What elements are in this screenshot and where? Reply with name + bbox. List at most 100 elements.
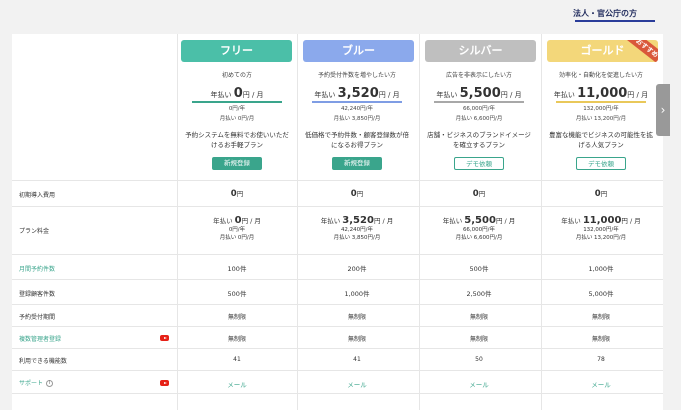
price-prefix: 年払い <box>436 91 458 99</box>
table-cell: 無制限 <box>591 336 610 343</box>
row-plan-fee: プラン料金 年払い 0円 / 月 0円/年 月払い 0円/月 年払い 3,520… <box>12 206 663 254</box>
plan-description: 予約システムを無料でお使いいただけるお手軽プラン <box>185 131 289 149</box>
table-cell: 無制限 <box>347 314 366 321</box>
price-underline <box>434 101 524 103</box>
price-unit: 円 / 月 <box>500 91 522 99</box>
row-support: サポート i メール メール メール メール <box>12 370 663 394</box>
monthly-price: 月払い 6,600円/月 <box>455 235 503 241</box>
price-unit: 円 / 月 <box>495 217 516 225</box>
plan-price: 年払い 0円 / 月 <box>177 86 297 101</box>
register-button-blue[interactable]: 新規登録 <box>332 157 382 170</box>
price-value: 5,500 <box>459 86 501 101</box>
price-unit: 円 / 月 <box>621 217 641 225</box>
table-cell: 0円 <box>177 188 297 199</box>
price-prefix: 年払い <box>553 91 575 99</box>
price-value: 0 <box>233 86 243 101</box>
row-label-link[interactable]: 月間予約件数 <box>19 264 55 273</box>
plan-subtitle: 効率化・自動化を促進したい方 <box>558 72 643 79</box>
info-icon[interactable]: i <box>46 380 54 387</box>
demo-request-button-gold[interactable]: デモ依頼 <box>576 157 626 170</box>
table-cell: 41 <box>353 356 361 363</box>
price-prefix: 年払い <box>320 217 341 225</box>
plan-header-blue: ブルー <box>303 40 414 62</box>
table-cell: 1,000件 <box>588 265 614 273</box>
price-unit: 円 / 月 <box>378 91 400 99</box>
table-cell: 無制限 <box>469 314 488 321</box>
price-value: 11,000 <box>577 86 628 101</box>
row-label: 登録顧客件数 <box>19 291 56 298</box>
row-features: 利用できる機能数 41 41 50 78 <box>12 348 663 370</box>
price-prefix: 年払い <box>213 217 233 225</box>
table-cell: 50 <box>475 356 483 363</box>
price-value: 0 <box>234 215 242 226</box>
table-cell: 0円 <box>541 188 661 199</box>
pricing-page: 法人・官公庁の方 フリー ブルー シルバー ゴールド おすすめ 初めての方 年払… <box>0 0 681 410</box>
table-cell: 年払い 5,500円 / 月 66,000円/年 月払い 6,600円/月 <box>419 215 539 242</box>
youtube-icon[interactable] <box>160 380 169 386</box>
plan-subtitle: 予約受付件数を増やしたい方 <box>317 72 396 79</box>
corporate-link-underline <box>575 20 655 22</box>
table-cell: 無制限 <box>227 336 246 343</box>
table-cell: 年払い 0円 / 月 0円/年 月払い 0円/月 <box>177 215 297 242</box>
price-prefix: 年払い <box>314 91 336 99</box>
row-label: 初期導入費用 <box>19 192 56 199</box>
table-cell: 5,000件 <box>588 290 614 298</box>
price-unit: 円 / 月 <box>373 217 394 225</box>
yearly-price: 0円/年 <box>228 227 246 233</box>
cell-unit: 円 <box>478 190 486 198</box>
price-value: 3,520 <box>342 215 374 226</box>
table-cell: 無制限 <box>591 314 610 321</box>
monthly-price: 月払い 6,600円/月 <box>455 116 503 122</box>
price-value: 3,520 <box>337 86 379 101</box>
table-cell: 200件 <box>347 265 367 273</box>
monthly-price: 月払い 13,200円/月 <box>575 235 627 241</box>
recommended-ribbon: おすすめ <box>619 40 658 62</box>
chevron-right-icon[interactable]: › <box>656 84 670 136</box>
plan-header-gold-label: ゴールド <box>580 44 625 57</box>
table-cell: 100件 <box>227 265 247 273</box>
price-unit: 円 / 月 <box>241 217 261 225</box>
table-cell: 無制限 <box>347 336 366 343</box>
price-value: 5,500 <box>464 215 496 226</box>
table-cell: 無制限 <box>227 314 246 321</box>
pricing-table: フリー ブルー シルバー ゴールド おすすめ 初めての方 年払い 0円 / 月 … <box>12 34 663 410</box>
register-button-free[interactable]: 新規登録 <box>212 157 262 170</box>
monthly-price: 月払い 13,200円/月 <box>575 116 627 122</box>
yearly-price: 0円/年 <box>228 106 246 112</box>
table-cell: 年払い 11,000円 / 月 132,000円/年 月払い 13,200円/月 <box>541 215 661 242</box>
plan-column-silver: 広告を非表示にしたい方 年払い 5,500円 / 月 66,000円/年 月払い… <box>419 68 539 170</box>
row-label: 予約受付期間 <box>19 314 56 321</box>
table-cell: メール <box>469 381 489 389</box>
plan-column-blue: 予約受付件数を増やしたい方 年払い 3,520円 / 月 42,240円/年 月… <box>297 68 417 170</box>
plan-description: 豊富な機能でビジネスの可能性を拡げる人気プラン <box>549 131 653 149</box>
yearly-price: 42,240円/年 <box>340 227 374 233</box>
yearly-price: 42,240円/年 <box>340 106 374 112</box>
yearly-price: 132,000円/年 <box>583 227 619 233</box>
row-booking-period: 予約受付期間 無制限 無制限 無制限 無制限 <box>12 304 663 326</box>
row-label-link[interactable]: サポート i <box>19 378 54 387</box>
plan-column-gold: 効率化・自動化を促進したい方 年払い 11,000円 / 月 132,000円/… <box>541 68 661 170</box>
demo-request-button-silver[interactable]: デモ依頼 <box>454 157 504 170</box>
table-cell: メール <box>227 381 247 389</box>
cell-unit: 円 <box>356 190 364 198</box>
price-underline <box>312 101 402 103</box>
plan-price: 年払い 5,500円 / 月 <box>419 86 539 101</box>
corporate-link[interactable]: 法人・官公庁の方 <box>573 8 637 19</box>
row-label: プラン料金 <box>19 228 50 235</box>
monthly-price: 月払い 0円/月 <box>219 235 255 241</box>
table-cell: 年払い 3,520円 / 月 42,240円/年 月払い 3,850円/月 <box>297 215 417 242</box>
price-underline <box>192 101 282 103</box>
plan-description: 店舗・ビジネスのブランドイメージを確立するプラン <box>427 131 531 149</box>
plan-description: 低価格で予約件数・顧客登録数が倍になるお得プラン <box>305 131 409 149</box>
youtube-icon[interactable] <box>160 335 169 341</box>
table-cell: メール <box>591 381 611 389</box>
row-label-link[interactable]: 複数管理者登録 <box>19 334 61 343</box>
price-prefix: 年払い <box>561 217 581 225</box>
table-cell: 78 <box>597 356 605 363</box>
table-cell: 0円 <box>419 188 539 199</box>
monthly-price: 月払い 3,850円/月 <box>333 235 381 241</box>
yearly-price: 132,000円/年 <box>583 106 619 112</box>
table-cell: 無制限 <box>469 336 488 343</box>
table-cell: メール <box>347 381 367 389</box>
table-cell: 1,000件 <box>344 290 370 298</box>
